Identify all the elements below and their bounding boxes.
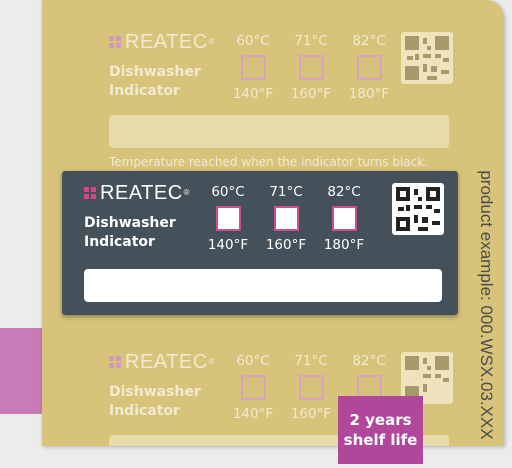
- temp-indicator-box: [215, 206, 241, 231]
- temp-fahrenheit: 140°F: [232, 86, 274, 102]
- brand-name: REATEC: [100, 182, 183, 204]
- indicator-label-top: REATEC ® Dishwasher Indicator 60°C 140°F …: [87, 20, 457, 169]
- temp-celsius: 82°C: [352, 353, 386, 369]
- brand-name: REATEC: [125, 31, 208, 53]
- temp-indicator: 71°C 160°F: [285, 352, 337, 423]
- temp-celsius: 60°C: [236, 33, 270, 49]
- indicator-title-line2: Indicator: [109, 403, 180, 419]
- temp-fahrenheit: 160°F: [290, 406, 332, 422]
- reatec-logo-icon: [109, 356, 121, 368]
- registered-mark: ®: [183, 188, 191, 197]
- temp-indicator: 71°C 160°F: [260, 183, 312, 254]
- temp-fahrenheit: 160°F: [265, 237, 307, 253]
- indicator-title: Dishwasher Indicator: [109, 383, 201, 421]
- product-example-text: product example: 000.WSX.03.XXX: [477, 170, 496, 440]
- temp-celsius: 82°C: [327, 184, 361, 200]
- temp-indicator: 82°C 180°F: [318, 183, 370, 254]
- brand-logo: REATEC ®: [84, 183, 190, 203]
- registered-mark: ®: [208, 357, 216, 366]
- indicator-title-line2: Indicator: [84, 234, 155, 250]
- temp-fahrenheit: 140°F: [207, 237, 249, 253]
- temp-celsius: 60°C: [211, 184, 245, 200]
- indicator-title-line1: Dishwasher: [109, 384, 201, 400]
- temp-indicator: 60°C 140°F: [227, 32, 279, 103]
- temp-celsius: 82°C: [352, 33, 386, 49]
- indicator-title: Dishwasher Indicator: [84, 214, 176, 252]
- temp-indicator: 60°C 140°F: [227, 352, 279, 423]
- brand-logo: REATEC ®: [109, 352, 215, 372]
- temperature-indicators: 60°C 140°F 71°C 160°F 82°C 180°F: [227, 32, 395, 103]
- temp-fahrenheit: 140°F: [232, 406, 274, 422]
- temp-fahrenheit: 160°F: [290, 86, 332, 102]
- qr-code-icon: [401, 32, 453, 84]
- temp-indicator-box: [356, 55, 382, 80]
- qr-code-icon: [392, 183, 444, 235]
- badge-line2: shelf life: [343, 431, 418, 449]
- temp-celsius: 71°C: [294, 353, 328, 369]
- write-in-field: [109, 115, 449, 148]
- reatec-logo-icon: [109, 36, 121, 48]
- temp-indicator-box: [331, 206, 357, 231]
- brand-logo: REATEC ®: [109, 32, 215, 52]
- temp-celsius: 71°C: [269, 184, 303, 200]
- indicator-label-main: REATEC ® Dishwasher Indicator 60°C 140°F …: [62, 171, 458, 315]
- indicator-caption: Temperature reached when the indicator t…: [84, 283, 403, 297]
- registered-mark: ®: [208, 37, 216, 46]
- indicator-title-line1: Dishwasher: [109, 64, 201, 80]
- temp-indicator: 60°C 140°F: [202, 183, 254, 254]
- badge-line1: 2 years: [349, 411, 412, 429]
- temp-celsius: 60°C: [236, 353, 270, 369]
- temp-indicator-box: [240, 55, 266, 80]
- temp-indicator-box: [273, 206, 299, 231]
- indicator-caption: Temperature reached when the indicator t…: [109, 155, 428, 169]
- label-sheet: REATEC ® Dishwasher Indicator 60°C 140°F …: [42, 0, 504, 446]
- temp-indicator-box: [298, 375, 324, 400]
- temp-celsius: 71°C: [294, 33, 328, 49]
- brand-name: REATEC: [125, 351, 208, 373]
- temp-fahrenheit: 180°F: [348, 86, 390, 102]
- indicator-title-line1: Dishwasher: [84, 215, 176, 231]
- pink-side-accent: [0, 328, 44, 414]
- indicator-title-line2: Indicator: [109, 83, 180, 99]
- reatec-logo-icon: [84, 187, 96, 199]
- temp-indicator: 71°C 160°F: [285, 32, 337, 103]
- shelf-life-badge: 2 years shelf life: [338, 396, 423, 464]
- temp-indicator: 82°C 180°F: [343, 32, 395, 103]
- temp-fahrenheit: 180°F: [323, 237, 365, 253]
- temp-indicator-box: [298, 55, 324, 80]
- indicator-title: Dishwasher Indicator: [109, 63, 201, 101]
- temperature-indicators: 60°C 140°F 71°C 160°F 82°C 180°F: [202, 183, 370, 254]
- temp-indicator-box: [240, 375, 266, 400]
